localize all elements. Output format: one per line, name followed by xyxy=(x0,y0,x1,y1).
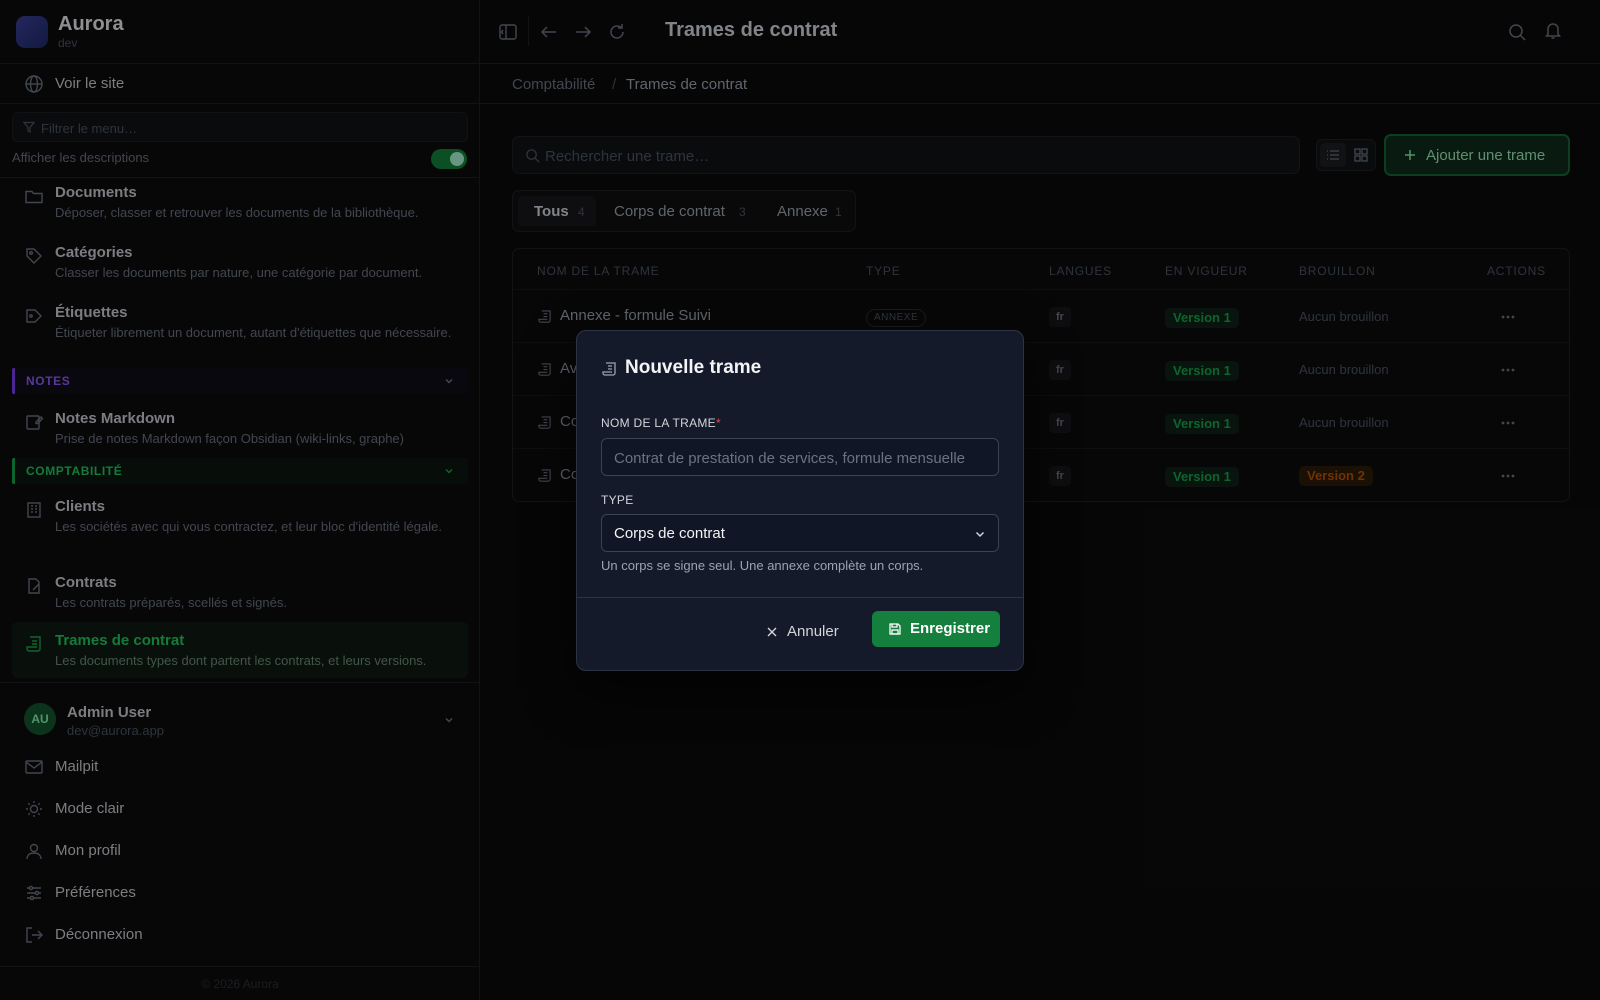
new-template-dialog: Nouvelle trame NOM DE LA TRAME* TYPE Cor… xyxy=(576,330,1024,671)
save-label: Enregistrer xyxy=(910,620,991,637)
cancel-button[interactable]: Annuler xyxy=(765,615,853,649)
name-field-label: NOM DE LA TRAME* xyxy=(601,416,721,430)
type-hint: Un corps se signe seul. Une annexe compl… xyxy=(601,558,924,573)
type-select[interactable]: Corps de contrat xyxy=(601,514,999,552)
save-icon xyxy=(889,623,901,635)
required-mark: * xyxy=(715,416,721,430)
cancel-label: Annuler xyxy=(787,623,839,640)
name-field-label-text: NOM DE LA TRAME xyxy=(601,416,716,430)
save-button[interactable]: Enregistrer xyxy=(872,611,1000,647)
type-field-label: TYPE xyxy=(601,493,634,507)
template-name-input[interactable] xyxy=(614,448,992,468)
scroll-icon xyxy=(602,362,616,376)
dialog-footer-divider xyxy=(577,597,1023,598)
app: Aurora dev Voir le site Afficher les des… xyxy=(0,0,1600,1000)
close-icon xyxy=(767,627,777,637)
type-select-value: Corps de contrat xyxy=(614,525,725,542)
dialog-title: Nouvelle trame xyxy=(625,357,762,378)
chevron-down-icon xyxy=(975,531,985,538)
template-name-field[interactable] xyxy=(601,438,999,476)
